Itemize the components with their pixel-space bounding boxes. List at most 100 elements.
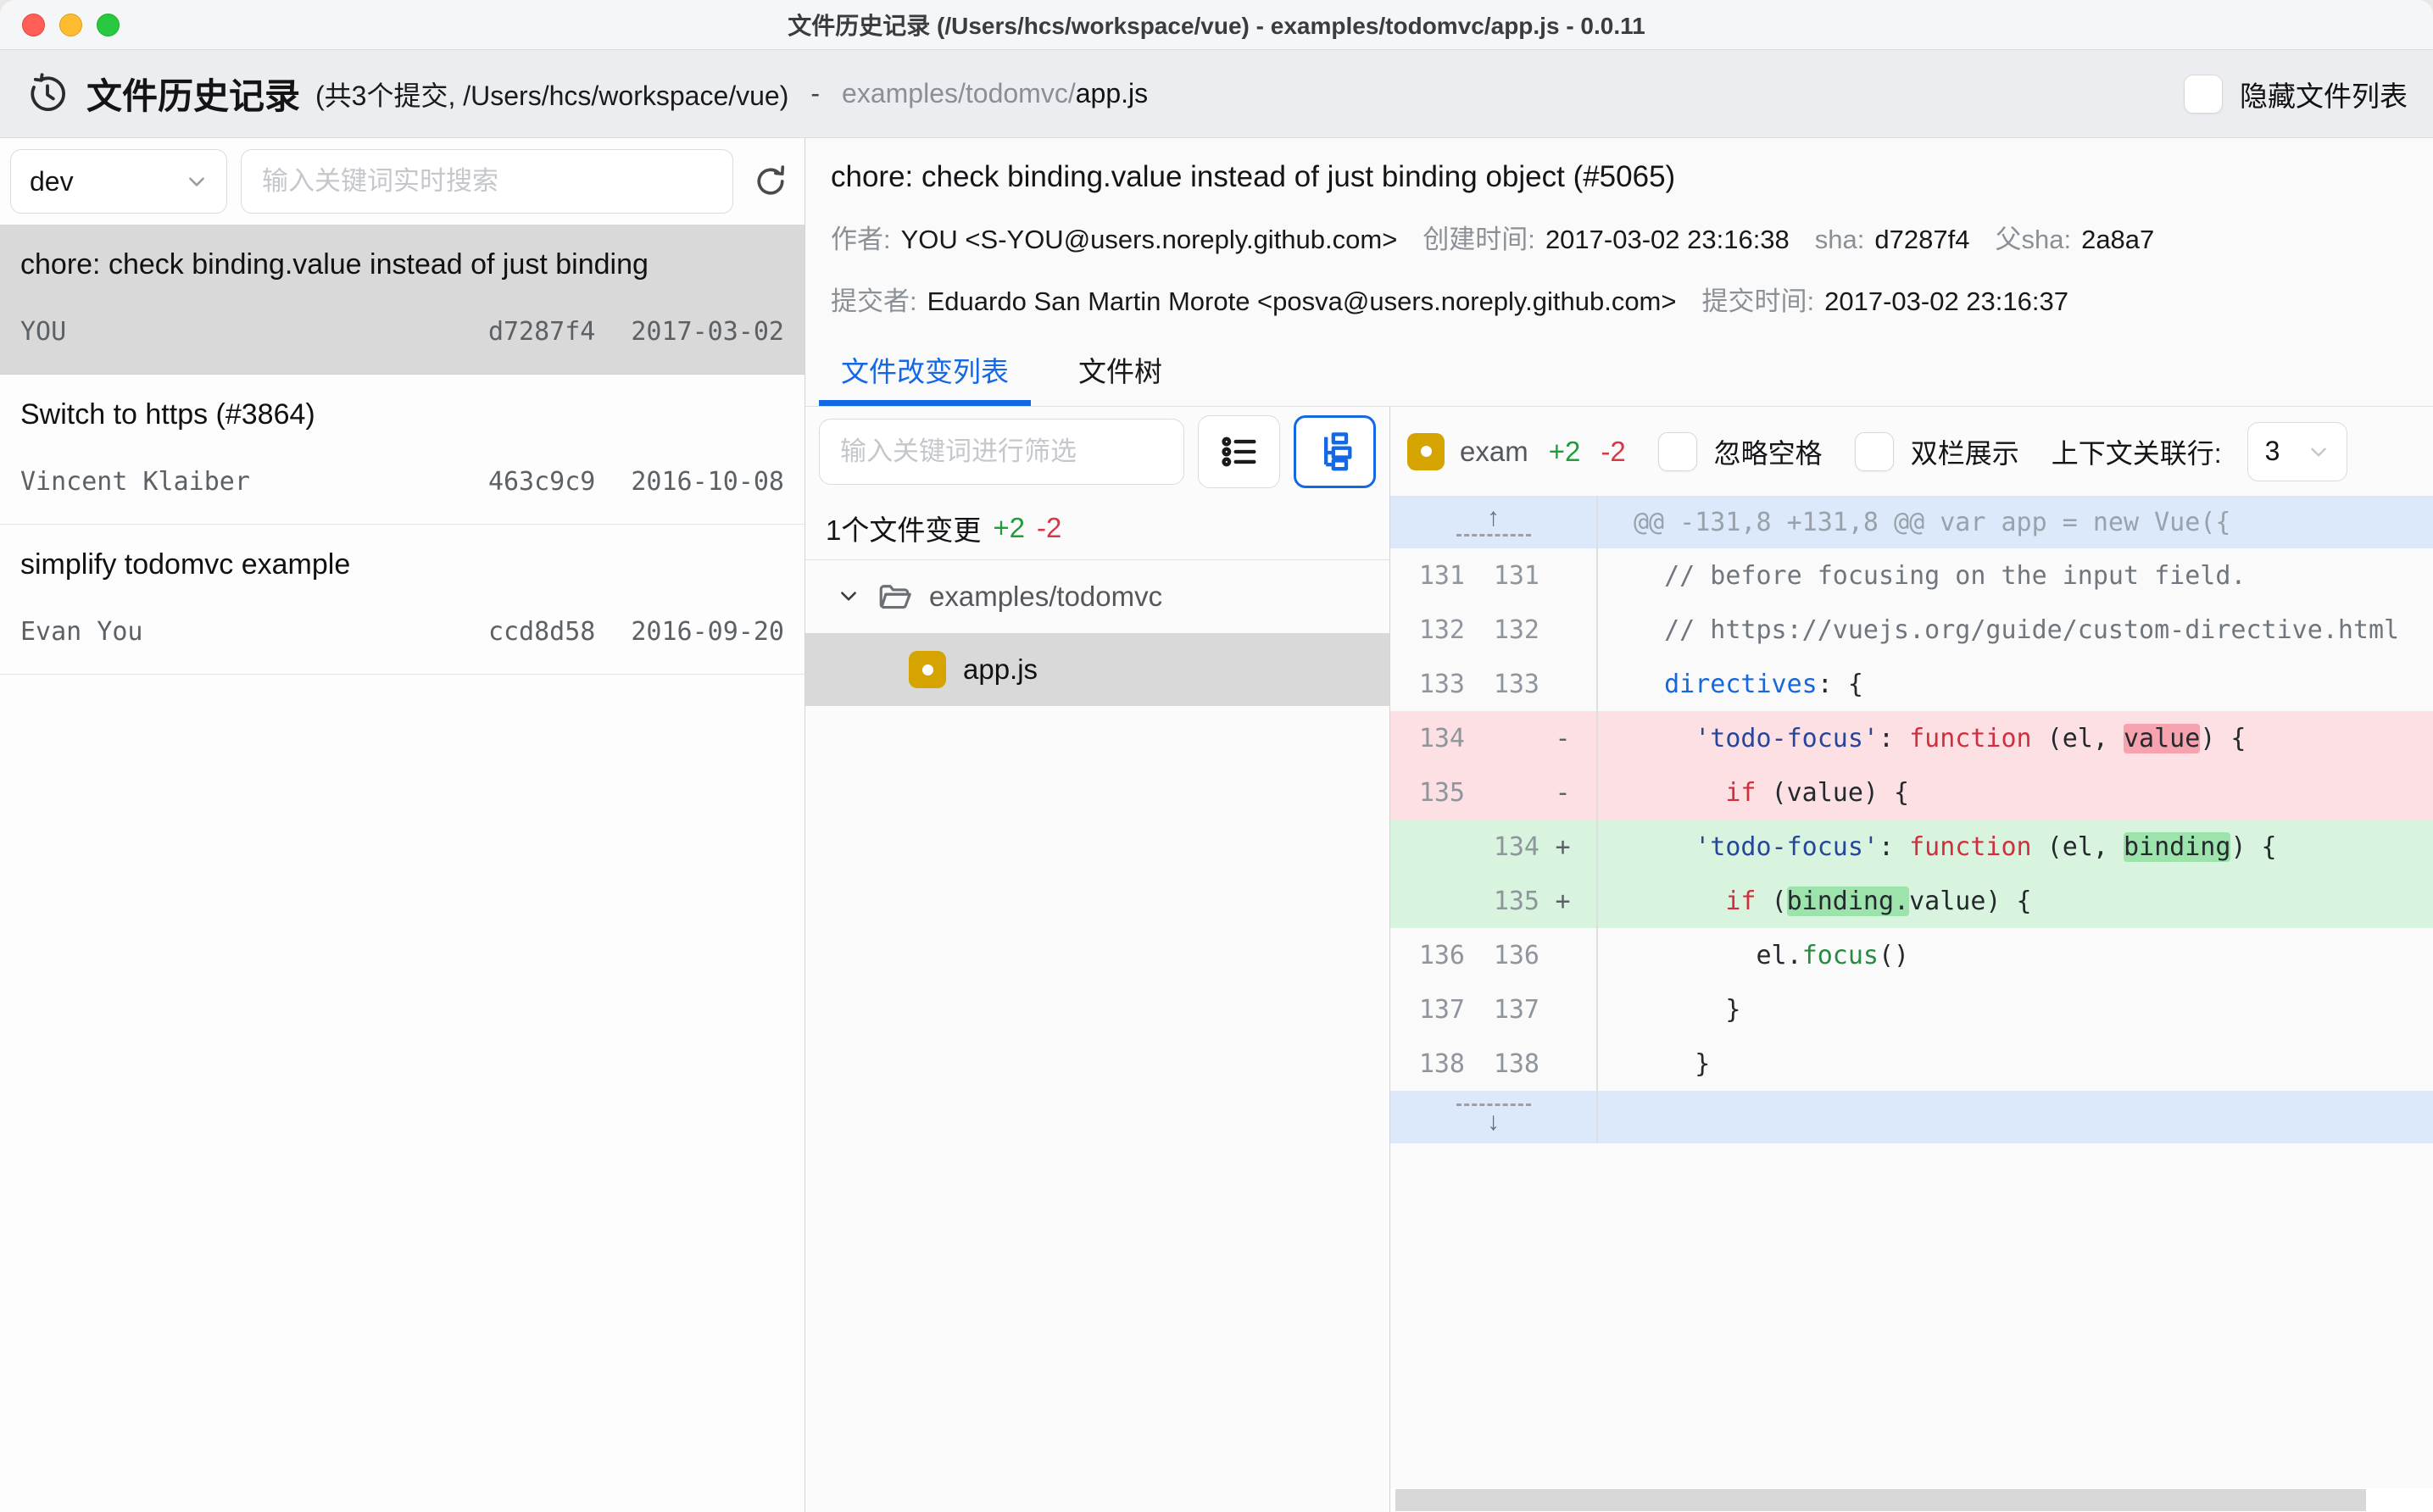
traffic-lights: [22, 0, 120, 49]
diff-gutter: ↓: [1390, 1091, 1598, 1143]
file-filter-input[interactable]: [838, 436, 1165, 468]
two-column-checkbox[interactable]: [1855, 432, 1894, 471]
arrow-up-icon: ↑: [1487, 505, 1500, 531]
main-panel: chore: check binding.value instead of ju…: [805, 138, 2433, 1512]
diff-code: }: [1598, 1049, 2433, 1079]
created-label: 创建时间:: [1422, 218, 1535, 256]
commit-search-box: [241, 149, 733, 214]
commit-sidebar: dev chore: check binding.value instead o…: [0, 138, 805, 1512]
commit-list-item[interactable]: simplify todomvc exampleEvan Youccd8d582…: [0, 525, 805, 675]
ignore-whitespace-toggle[interactable]: 忽略空格: [1658, 432, 1823, 471]
commit-list-item[interactable]: chore: check binding.value instead of ju…: [0, 225, 805, 375]
ignore-whitespace-checkbox[interactable]: [1658, 432, 1697, 471]
sha-value: d7287f4: [1874, 225, 1969, 255]
diff-line-ctx: 137137 }: [1390, 982, 2433, 1037]
commit-time-label: 提交时间:: [1702, 280, 1815, 318]
commit-item-sha: ccd8d58: [488, 617, 595, 647]
tree-folder-label: examples/todomvc: [929, 581, 1162, 613]
header-dash: -: [810, 78, 820, 109]
created-value: 2017-03-02 23:16:38: [1545, 225, 1790, 255]
diff-line-ctx: 136136 el.focus(): [1390, 928, 2433, 982]
scrollbar-thumb[interactable]: [1395, 1489, 2366, 1511]
modified-file-badge-icon: [909, 651, 946, 688]
commit-item-author: Evan You: [20, 617, 143, 647]
diff-code: }: [1598, 995, 2433, 1025]
old-line-number: 132: [1390, 615, 1465, 645]
commit-list-item[interactable]: Switch to https (#3864)Vincent Klaiber46…: [0, 375, 805, 525]
zoom-window-button[interactable]: [97, 14, 120, 36]
tab-bar: 文件改变列表 文件树: [805, 333, 2433, 407]
new-line-number: 134: [1465, 832, 1539, 862]
history-clock-icon: [25, 72, 70, 116]
diff-line-ctx: 138138 }: [1390, 1037, 2433, 1091]
commit-item-title: chore: check binding.value instead of ju…: [20, 248, 784, 281]
tree-folder-row[interactable]: examples/todomvc: [805, 560, 1389, 633]
tab-file-change-list[interactable]: 文件改变列表: [819, 333, 1031, 406]
diff-code: directives: {: [1598, 670, 2433, 699]
diff-gutter: 134-: [1390, 711, 1598, 765]
header-path-file: app.js: [1076, 78, 1148, 108]
list-view-button[interactable]: [1198, 415, 1280, 488]
header-file-path: examples/todomvc/app.js: [842, 78, 1148, 109]
tree-view-button[interactable]: [1294, 415, 1376, 488]
commit-meta-row-2: 提交者: Eduardo San Martin Morote <posva@us…: [831, 280, 2408, 318]
commit-item-date: 2017-03-02: [631, 317, 784, 347]
tree-icon: [1313, 430, 1357, 474]
diff-horizontal-scrollbar: [1390, 1488, 2433, 1512]
branch-select[interactable]: dev: [10, 149, 227, 214]
added-lines-count: +2: [993, 512, 1025, 544]
diff-code: @@ -131,8 +131,8 @@ var app = new Vue({: [1598, 508, 2433, 537]
commit-item-date: 2016-10-08: [631, 467, 784, 497]
committer-value: Eduardo San Martin Morote <posva@users.n…: [927, 286, 1677, 317]
hide-file-list-label: 隐藏文件列表: [2240, 74, 2408, 114]
expand-up-button[interactable]: ↑: [1390, 505, 1596, 540]
diff-sign: -: [1539, 724, 1586, 753]
minimize-window-button[interactable]: [59, 14, 82, 36]
new-line-number: 137: [1465, 995, 1539, 1025]
commit-item-title: simplify todomvc example: [20, 548, 784, 581]
commit-search-input[interactable]: [260, 165, 714, 197]
parent-sha-label: 父sha:: [1995, 218, 2071, 256]
tab-file-tree[interactable]: 文件树: [1056, 333, 1184, 406]
diff-gutter: 135+: [1390, 874, 1598, 928]
commit-item-author: Vincent Klaiber: [20, 467, 250, 497]
new-line-number: 136: [1465, 941, 1539, 970]
context-lines-select[interactable]: 3: [2247, 422, 2347, 481]
diff-code: 'todo-focus': function (el, value) {: [1598, 724, 2433, 753]
file-filter-box: [819, 419, 1184, 485]
two-column-toggle[interactable]: 双栏展示: [1855, 432, 2019, 471]
hide-file-list-checkbox[interactable]: [2184, 75, 2223, 114]
diff-gutter: 135 -: [1390, 765, 1598, 820]
old-line-number: 138: [1390, 1049, 1465, 1079]
diff-sign: -: [1539, 778, 1586, 808]
parent-sha-value: 2a8a7: [2081, 225, 2154, 255]
committer-label: 提交者:: [831, 280, 917, 318]
refresh-button[interactable]: [747, 158, 794, 205]
sidebar-controls: dev: [0, 138, 805, 225]
new-line-number: 133: [1465, 670, 1539, 699]
removed-lines-count: -2: [1037, 512, 1061, 544]
commit-item-sha: d7287f4: [488, 317, 595, 347]
diff-gutter: 132132: [1390, 603, 1598, 657]
diff-file-info: exam +2 -2: [1407, 433, 1626, 470]
two-column-label: 双栏展示: [1911, 432, 2019, 471]
chevron-down-icon: [838, 586, 860, 608]
file-list-panel: 1个文件变更 +2 -2 examples/todomvc: [805, 407, 1390, 1512]
context-lines-label: 上下文关联行:: [2052, 432, 2222, 471]
modified-file-badge-icon: [1407, 433, 1445, 470]
diff-gutter: 137137: [1390, 982, 1598, 1037]
new-line-number: 138: [1465, 1049, 1539, 1079]
window-title: 文件历史记录 (/Users/hcs/workspace/vue) - exam…: [788, 8, 1645, 42]
tree-file-row-selected[interactable]: app.js: [805, 633, 1389, 706]
diff-code: // before focusing on the input field.: [1598, 561, 2433, 591]
close-window-button[interactable]: [22, 14, 45, 36]
hide-file-list-toggle[interactable]: 隐藏文件列表: [2184, 74, 2408, 114]
diff-gutter: 136136: [1390, 928, 1598, 982]
old-line-number: 135: [1390, 778, 1465, 808]
old-line-number: 133: [1390, 670, 1465, 699]
diff-panel: exam +2 -2 忽略空格 双栏展示 上: [1390, 407, 2433, 1512]
context-lines-group: 上下文关联行: 3: [2052, 422, 2347, 481]
expand-down-button[interactable]: ↓: [1390, 1100, 1596, 1135]
tree-file-label: app.js: [963, 653, 1038, 686]
chevron-down-icon: [2308, 441, 2330, 463]
